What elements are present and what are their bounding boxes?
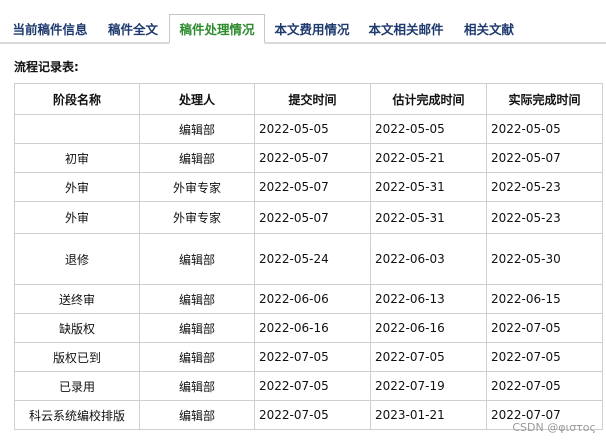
cell-handler: 外审专家 <box>139 172 255 202</box>
tab-related-literature[interactable]: 相关文献 <box>458 16 520 44</box>
cell-actual-time: 2022-07-05 <box>486 313 603 343</box>
cell-submit-time: 2022-06-06 <box>254 284 371 314</box>
watermark: CSDN @φιστος <box>512 421 596 434</box>
cell-estimated-time: 2022-06-13 <box>370 284 487 314</box>
cell-stage: 初审 <box>14 143 140 173</box>
cell-submit-time: 2022-05-07 <box>254 172 371 202</box>
cell-submit-time: 2022-06-16 <box>254 313 371 343</box>
cell-estimated-time: 2022-05-31 <box>370 172 487 202</box>
tab-fee-status[interactable]: 本文费用情况 <box>270 16 354 44</box>
cell-stage: 科云系统编校排版 <box>14 400 140 430</box>
cell-handler: 编辑部 <box>139 313 255 343</box>
cell-submit-time: 2022-07-05 <box>254 371 371 401</box>
tab-manuscript-fulltext[interactable]: 稿件全文 <box>102 16 164 44</box>
cell-handler: 外审专家 <box>139 201 255 234</box>
cell-handler: 编辑部 <box>139 114 255 144</box>
cell-stage: 退修 <box>14 233 140 285</box>
header-estimated-completion: 估计完成时间 <box>370 83 487 115</box>
table-row: 初审 编辑部 2022-05-07 2022-05-21 2022-05-07 <box>14 143 603 173</box>
cell-estimated-time: 2022-07-19 <box>370 371 487 401</box>
table-header-row: 阶段名称 处理人 提交时间 估计完成时间 实际完成时间 <box>14 83 603 115</box>
cell-estimated-time: 2022-05-21 <box>370 143 487 173</box>
table-row: 缺版权 编辑部 2022-06-16 2022-06-16 2022-07-05 <box>14 313 603 343</box>
table-row: 编辑部 2022-05-05 2022-05-05 2022-05-05 <box>14 114 603 144</box>
table-row: 外审 外审专家 2022-05-07 2022-05-31 2022-05-23 <box>14 172 603 202</box>
cell-stage: 送终审 <box>14 284 140 314</box>
cell-handler: 编辑部 <box>139 342 255 372</box>
cell-estimated-time: 2022-05-05 <box>370 114 487 144</box>
cell-actual-time: 2022-05-23 <box>486 172 603 202</box>
cell-submit-time: 2022-07-05 <box>254 342 371 372</box>
cell-estimated-time: 2022-05-31 <box>370 201 487 234</box>
cell-stage: 外审 <box>14 201 140 234</box>
header-handler: 处理人 <box>139 83 255 115</box>
table-row: 外审 外审专家 2022-05-07 2022-05-31 2022-05-23 <box>14 201 603 234</box>
process-record-table: 阶段名称 处理人 提交时间 估计完成时间 实际完成时间 编辑部 2022-05-… <box>14 83 603 430</box>
cell-handler: 编辑部 <box>139 284 255 314</box>
tab-related-emails[interactable]: 本文相关邮件 <box>364 16 448 44</box>
cell-handler: 编辑部 <box>139 371 255 401</box>
cell-actual-time: 2022-07-05 <box>486 342 603 372</box>
cell-stage: 外审 <box>14 172 140 202</box>
table-row: 退修 编辑部 2022-05-24 2022-06-03 2022-05-30 <box>14 233 603 285</box>
cell-actual-time: 2022-06-15 <box>486 284 603 314</box>
cell-stage: 版权已到 <box>14 342 140 372</box>
cell-stage: 缺版权 <box>14 313 140 343</box>
tab-manuscript-processing[interactable]: 稿件处理情况 <box>169 14 265 44</box>
header-submit-time: 提交时间 <box>254 83 371 115</box>
cell-handler: 编辑部 <box>139 400 255 430</box>
section-title: 流程记录表: <box>14 60 79 74</box>
cell-handler: 编辑部 <box>139 143 255 173</box>
cell-handler: 编辑部 <box>139 233 255 285</box>
cell-estimated-time: 2022-07-05 <box>370 342 487 372</box>
cell-submit-time: 2022-05-24 <box>254 233 371 285</box>
cell-actual-time: 2022-05-07 <box>486 143 603 173</box>
cell-stage <box>14 114 140 144</box>
cell-submit-time: 2022-05-05 <box>254 114 371 144</box>
header-actual-completion: 实际完成时间 <box>486 83 603 115</box>
cell-estimated-time: 2023-01-21 <box>370 400 487 430</box>
cell-estimated-time: 2022-06-16 <box>370 313 487 343</box>
table-row: 已录用 编辑部 2022-07-05 2022-07-19 2022-07-05 <box>14 371 603 401</box>
cell-estimated-time: 2022-06-03 <box>370 233 487 285</box>
cell-submit-time: 2022-07-05 <box>254 400 371 430</box>
cell-submit-time: 2022-05-07 <box>254 201 371 234</box>
cell-stage: 已录用 <box>14 371 140 401</box>
cell-actual-time: 2022-05-05 <box>486 114 603 144</box>
table-row: 送终审 编辑部 2022-06-06 2022-06-13 2022-06-15 <box>14 284 603 314</box>
cell-actual-time: 2022-07-05 <box>486 371 603 401</box>
cell-submit-time: 2022-05-07 <box>254 143 371 173</box>
cell-actual-time: 2022-05-30 <box>486 233 603 285</box>
tab-bar: 当前稿件信息 稿件全文 稿件处理情况 本文费用情况 本文相关邮件 相关文献 <box>0 0 606 44</box>
table-row: 版权已到 编辑部 2022-07-05 2022-07-05 2022-07-0… <box>14 342 603 372</box>
header-stage-name: 阶段名称 <box>14 83 140 115</box>
tab-current-manuscript-info[interactable]: 当前稿件信息 <box>8 16 92 44</box>
cell-actual-time: 2022-05-23 <box>486 201 603 234</box>
